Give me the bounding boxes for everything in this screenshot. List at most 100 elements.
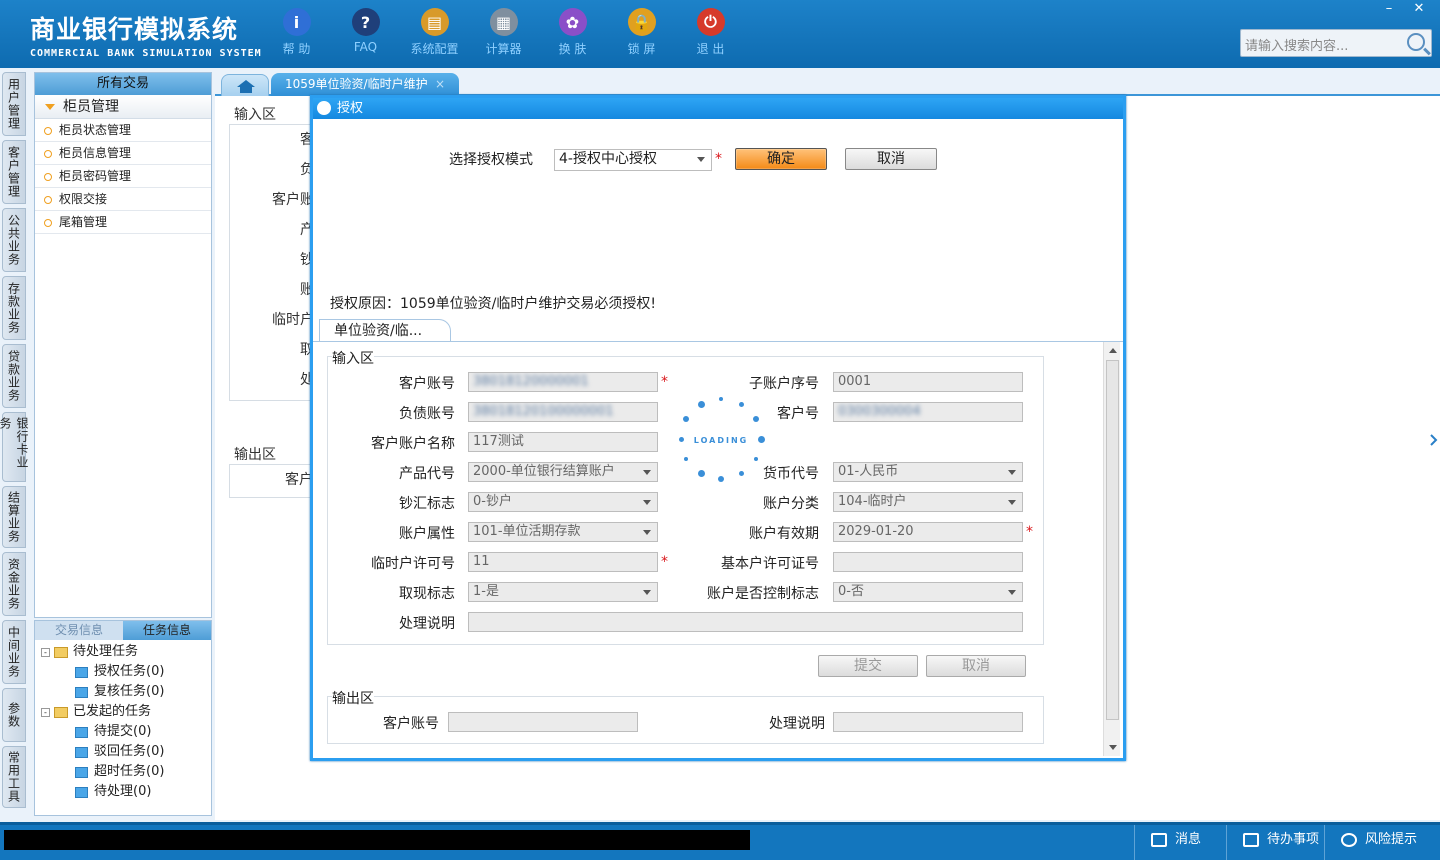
withdraw-select[interactable]: 1-是 (468, 582, 658, 602)
loading-spinner: LOADING (675, 396, 767, 488)
module-tab[interactable]: 客户管理 (2, 140, 26, 204)
menu-item[interactable]: 权限交接 (35, 188, 211, 211)
module-tab[interactable]: 常用工具 (2, 746, 26, 808)
out-remark-field[interactable] (833, 712, 1023, 732)
tab-label: 1059单位验资/临时户维护 (285, 77, 428, 91)
menu-group-teller[interactable]: 柜员管理 (35, 95, 211, 119)
toolbar-button-config[interactable]: ▤ 系统配置 (400, 8, 469, 57)
todo-button[interactable]: 待办事项 (1226, 825, 1324, 860)
tree-label: 待处理(0) (94, 784, 152, 799)
cust-acct-field[interactable]: 38018120000001 (468, 372, 658, 392)
menu-item[interactable]: 柜员状态管理 (35, 119, 211, 142)
sub-seq-field[interactable]: 0001 (833, 372, 1023, 392)
cust-no-value: 0300300004 (838, 404, 921, 419)
submit-button[interactable]: 提交 (818, 655, 918, 677)
scroll-thumb[interactable] (1106, 360, 1119, 720)
menu-item[interactable]: 尾箱管理 (35, 211, 211, 234)
tab-transaction-info[interactable]: 交易信息 (35, 621, 123, 640)
module-tab[interactable]: 银行卡业务 (0, 412, 29, 482)
loading-dot (684, 457, 689, 461)
toolbar-button-skin[interactable]: ✿ 换 肤 (538, 8, 607, 57)
cancel-button[interactable]: 取消 (845, 148, 937, 170)
tree-folder[interactable]: - 待处理任务 (41, 642, 211, 662)
loading-dot (757, 435, 765, 443)
module-tab[interactable]: 用户管理 (2, 72, 26, 136)
temp-permit-field[interactable]: 11 (468, 552, 658, 572)
auth-mode-select[interactable]: 4-授权中心授权 (554, 149, 712, 171)
cash-select[interactable]: 0-钞户 (468, 492, 658, 512)
module-tab[interactable]: 参数 (2, 688, 26, 742)
risk-label: 风险提示 (1365, 832, 1418, 847)
loading-dot (738, 401, 744, 407)
toolbar-button-power[interactable]: ⏻ 退 出 (676, 8, 745, 57)
task-icon (75, 746, 88, 758)
dialog-scrollbar[interactable] (1103, 342, 1120, 756)
scroll-up-icon[interactable] (1109, 348, 1117, 353)
out-acct-field[interactable] (448, 712, 638, 732)
folder-icon (54, 706, 68, 718)
remark-field[interactable] (468, 612, 1023, 632)
collapse-icon[interactable]: - (41, 647, 50, 657)
search-icon[interactable] (1407, 33, 1425, 51)
menu-item[interactable]: 柜员密码管理 (35, 165, 211, 188)
tree-leaf[interactable]: 驳回任务(0) (41, 742, 211, 762)
module-tab[interactable]: 结算业务 (2, 486, 26, 548)
tab-close-icon[interactable]: × (435, 73, 445, 96)
product-select[interactable]: 2000-单位银行结算账户 (468, 462, 658, 482)
toolbar-button-info[interactable]: i 帮 助 (262, 8, 331, 57)
basic-permit-field[interactable] (833, 552, 1023, 572)
bg-label: 客户账 (272, 192, 314, 208)
home-tab[interactable] (221, 74, 269, 96)
tree-leaf[interactable]: 复核任务(0) (41, 682, 211, 702)
auth-reason: 授权原因：1059单位验资/临时户维护交易必须授权! (330, 296, 656, 312)
task-icon (75, 666, 88, 678)
debt-acct-field[interactable]: 38018120100000001 (468, 402, 658, 422)
control-select[interactable]: 0-否 (833, 582, 1023, 602)
tree-leaf[interactable]: 待提交(0) (41, 722, 211, 742)
tab-task-info[interactable]: 任务信息 (123, 621, 211, 640)
minimize-button[interactable]: – (1376, 0, 1402, 18)
acct-attr-select[interactable]: 101-单位活期存款 (468, 522, 658, 542)
skin-icon: ✿ (558, 8, 587, 36)
loading-dot (718, 476, 724, 482)
tab-1059[interactable]: 1059单位验资/临时户维护 × (271, 73, 459, 96)
tree-leaf[interactable]: 超时任务(0) (41, 762, 211, 782)
tree-folder[interactable]: - 已发起的任务 (41, 702, 211, 722)
currency-select[interactable]: 01-人民币 (833, 462, 1023, 482)
cancel-submit-button[interactable]: 取消 (926, 655, 1026, 677)
messages-button[interactable]: 消息 (1134, 825, 1226, 860)
acct-name-field[interactable]: 117测试 (468, 432, 658, 452)
toolbar: i 帮 助? FAQ ▤ 系统配置 ▦ 计算器 ✿ 换 肤 🔒 锁 屏 ⏻ 退 出 (262, 8, 745, 57)
mail-icon (1151, 833, 1167, 847)
acct-class-select[interactable]: 104-临时户 (833, 492, 1023, 512)
close-button[interactable]: ✕ (1406, 0, 1432, 18)
search-input[interactable]: 请输入搜索内容... (1240, 29, 1432, 57)
tree-leaf[interactable]: 待处理(0) (41, 782, 211, 802)
toolbar-button-calculator[interactable]: ▦ 计算器 (469, 8, 538, 57)
folder-icon (54, 646, 68, 658)
module-tabs: 用户管理客户管理公共业务存款业务贷款业务银行卡业务结算业务资金业务中间业务参数常… (0, 72, 29, 812)
scroll-down-icon[interactable] (1109, 745, 1117, 750)
risk-button[interactable]: 风险提示 (1324, 825, 1440, 860)
status-message-area (4, 830, 750, 850)
cust-no-field[interactable]: 0300300004 (833, 402, 1023, 422)
subtab-1059[interactable]: 单位验资/临... (319, 319, 451, 341)
confirm-button[interactable]: 确定 (735, 148, 827, 170)
module-tab[interactable]: 公共业务 (2, 208, 26, 272)
tree-leaf[interactable]: 授权任务(0) (41, 662, 211, 682)
module-tab[interactable]: 资金业务 (2, 552, 26, 616)
bg-output-label: 客户 (285, 472, 313, 488)
collapse-icon[interactable]: - (41, 707, 50, 717)
valid-field[interactable]: 2029-01-20 (833, 522, 1023, 542)
toolbar-label: 计算器 (485, 42, 522, 56)
cust-acct-value: 38018120000001 (473, 374, 589, 389)
required-mark: * (661, 554, 668, 570)
toolbar-button-lock[interactable]: 🔒 锁 屏 (607, 8, 676, 57)
menu-header[interactable]: 所有交易 (35, 73, 211, 95)
module-tab[interactable]: 存款业务 (2, 276, 26, 340)
expand-right-icon[interactable] (1428, 420, 1440, 460)
menu-item[interactable]: 柜员信息管理 (35, 142, 211, 165)
module-tab[interactable]: 贷款业务 (2, 344, 26, 408)
module-tab[interactable]: 中间业务 (2, 620, 26, 684)
toolbar-button-faq[interactable]: ? FAQ (331, 8, 400, 57)
